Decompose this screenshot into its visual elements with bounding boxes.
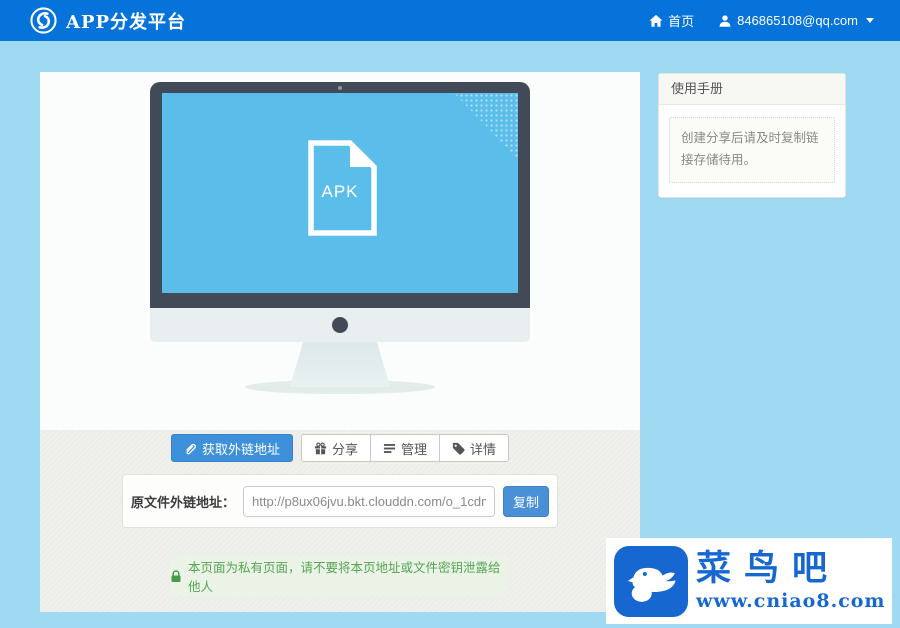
manual-tip-text: 创建分享后请及时复制链接存储待用。 bbox=[669, 117, 835, 183]
tab-share[interactable]: 分享 bbox=[300, 434, 371, 462]
monitor-camera-dot bbox=[338, 86, 342, 90]
tab-get-external-link[interactable]: 获取外链地址 bbox=[170, 434, 293, 462]
monitor-logo-dot bbox=[332, 317, 348, 333]
nav-home-label: 首页 bbox=[668, 14, 695, 29]
manual-panel-body: 创建分享后请及时复制链接存储待用。 bbox=[659, 105, 845, 197]
manual-panel-title: 使用手册 bbox=[659, 74, 845, 105]
monitor-bezel: APK bbox=[150, 82, 530, 308]
tab-label: 管理 bbox=[401, 441, 428, 457]
nav-home-link[interactable]: 首页 bbox=[649, 11, 694, 30]
monitor-chin bbox=[150, 308, 530, 342]
tab-details[interactable]: 详情 bbox=[439, 434, 510, 462]
watermark-url: www.cniao8.com bbox=[696, 590, 886, 613]
gift-icon bbox=[314, 441, 327, 455]
manual-panel: 使用手册 创建分享后请及时复制链接存储待用。 bbox=[658, 73, 846, 198]
site-watermark: 菜鸟吧 www.cniao8.com bbox=[606, 538, 892, 624]
copy-button[interactable]: 复制 bbox=[503, 485, 549, 517]
preview-section: APK bbox=[40, 72, 640, 430]
user-email: 846865108@qq.com bbox=[737, 13, 858, 28]
user-menu[interactable]: 846865108@qq.com bbox=[718, 13, 874, 28]
main-card: APK 获取外链地址 分享 管理 详情 原文件外链地址： http://p8ux… bbox=[40, 72, 640, 612]
tag-icon bbox=[452, 442, 465, 455]
brand-logo-icon bbox=[30, 7, 57, 34]
list-icon bbox=[383, 442, 396, 455]
external-link-form: 原文件外链地址： 复制 bbox=[122, 474, 558, 528]
external-url-input[interactable] bbox=[243, 485, 495, 517]
actions-section: 获取外链地址 分享 管理 详情 原文件外链地址： http://p8ux06jv… bbox=[40, 430, 640, 612]
monitor-illustration: APK bbox=[150, 82, 530, 394]
paperclip-icon bbox=[184, 442, 197, 455]
notice-text: 本页面为私有页面，请不要将本页地址或文件密钥泄露给他人 bbox=[188, 561, 501, 594]
apk-file-label: APK bbox=[321, 182, 359, 201]
monitor-stand-neck bbox=[290, 342, 390, 387]
private-page-notice: 本页面为私有页面，请不要将本页地址或文件密钥泄露给他人 bbox=[170, 556, 508, 596]
top-navbar: APP分发平台 首页 846865108@qq.com bbox=[0, 0, 900, 41]
lock-icon bbox=[170, 569, 182, 583]
tab-label: 详情 bbox=[470, 441, 497, 457]
chevron-down-icon bbox=[866, 18, 874, 23]
tab-manage[interactable]: 管理 bbox=[370, 434, 441, 462]
brand-title: APP分发平台 bbox=[66, 11, 187, 33]
page: APP分发平台 首页 846865108@qq.com APK 获取外链地址 分… bbox=[0, 0, 900, 628]
home-icon bbox=[649, 14, 663, 28]
tab-label: 分享 bbox=[331, 441, 358, 457]
bird-logo-icon bbox=[614, 545, 688, 617]
navbar-right: 首页 846865108@qq.com bbox=[649, 11, 874, 30]
tab-group: 分享 管理 详情 bbox=[300, 434, 510, 462]
brand[interactable]: APP分发平台 bbox=[30, 7, 186, 34]
dotted-triangle-decor bbox=[454, 93, 518, 159]
watermark-text: 菜鸟吧 www.cniao8.com bbox=[688, 547, 886, 613]
monitor-screen: APK bbox=[162, 93, 518, 293]
url-field-label: 原文件外链地址： bbox=[130, 494, 235, 510]
watermark-title: 菜鸟吧 bbox=[696, 547, 841, 589]
tab-bar: 获取外链地址 分享 管理 详情 bbox=[40, 434, 640, 462]
tab-label: 获取外链地址 bbox=[201, 441, 280, 457]
user-icon bbox=[718, 14, 732, 28]
apk-file-icon: APK bbox=[301, 138, 379, 238]
